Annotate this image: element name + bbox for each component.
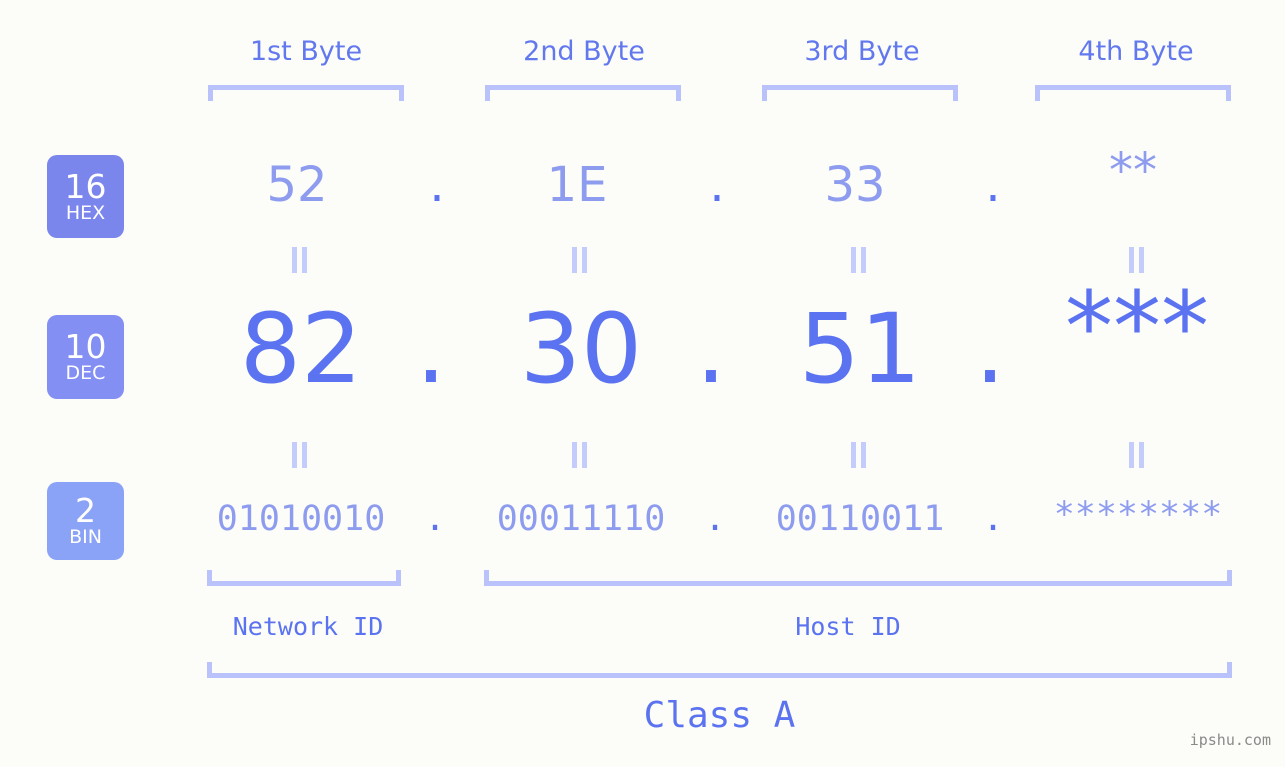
bin-byte-3: 00110011 [775, 499, 945, 539]
byte-bracket-top-3 [762, 85, 958, 101]
host-id-bracket [484, 570, 1232, 586]
bin-separator-3: . [982, 499, 1004, 539]
equals-mark-hex-dec-3 [847, 247, 869, 273]
base-badge-dec-name: DEC [65, 362, 106, 384]
equals-mark-dec-bin-3 [847, 442, 869, 468]
network-id-label: Network ID [232, 612, 384, 641]
base-badge-dec: 10 DEC [47, 315, 124, 399]
hex-byte-1: 52 [266, 157, 328, 213]
bin-byte-4: ******** [1053, 495, 1223, 535]
hex-byte-4: ** [1109, 143, 1157, 199]
byte-bracket-top-1 [208, 85, 404, 101]
ip-address-breakdown-diagram: 1st Byte 2nd Byte 3rd Byte 4th Byte 16 H… [0, 0, 1285, 767]
host-id-label: Host ID [795, 612, 901, 641]
bin-byte-2: 00011110 [496, 499, 666, 539]
byte-header-3: 3rd Byte [804, 36, 920, 67]
dec-byte-3: 51 [798, 293, 922, 405]
dec-separator-1: . [415, 293, 447, 405]
network-id-bracket [207, 570, 401, 586]
equals-mark-hex-dec-1 [288, 247, 310, 273]
base-badge-bin-name: BIN [69, 526, 102, 548]
class-label: Class A [643, 695, 796, 736]
dec-byte-4: *** [1065, 271, 1209, 383]
dec-byte-2: 30 [519, 293, 643, 405]
bin-separator-2: . [704, 499, 726, 539]
byte-header-1: 1st Byte [249, 36, 363, 67]
hex-separator-2: . [709, 157, 725, 213]
base-badge-hex-number: 16 [64, 166, 107, 206]
byte-bracket-top-4 [1035, 85, 1231, 101]
hex-separator-1: . [429, 157, 445, 213]
site-watermark: ipshu.com [1189, 731, 1271, 749]
equals-mark-hex-dec-2 [568, 247, 590, 273]
bin-byte-1: 01010010 [216, 499, 386, 539]
base-badge-bin-number: 2 [75, 491, 96, 530]
byte-bracket-top-2 [485, 85, 681, 101]
hex-byte-2: 1E [546, 157, 608, 213]
byte-header-2: 2nd Byte [523, 36, 645, 67]
hex-separator-3: . [985, 157, 1001, 213]
equals-mark-hex-dec-4 [1125, 247, 1147, 273]
byte-header-4: 4th Byte [1078, 36, 1194, 67]
bin-separator-1: . [424, 499, 446, 539]
class-bracket [207, 662, 1232, 678]
dec-byte-1: 82 [239, 293, 363, 405]
base-badge-hex: 16 HEX [47, 155, 124, 238]
equals-mark-dec-bin-2 [568, 442, 590, 468]
hex-byte-3: 33 [824, 157, 886, 213]
equals-mark-dec-bin-1 [288, 442, 310, 468]
base-badge-hex-name: HEX [65, 201, 106, 224]
base-badge-dec-number: 10 [64, 327, 107, 366]
base-badge-bin: 2 BIN [47, 482, 124, 560]
equals-mark-dec-bin-4 [1125, 442, 1147, 468]
dec-separator-3: . [974, 293, 1006, 405]
dec-separator-2: . [695, 293, 727, 405]
